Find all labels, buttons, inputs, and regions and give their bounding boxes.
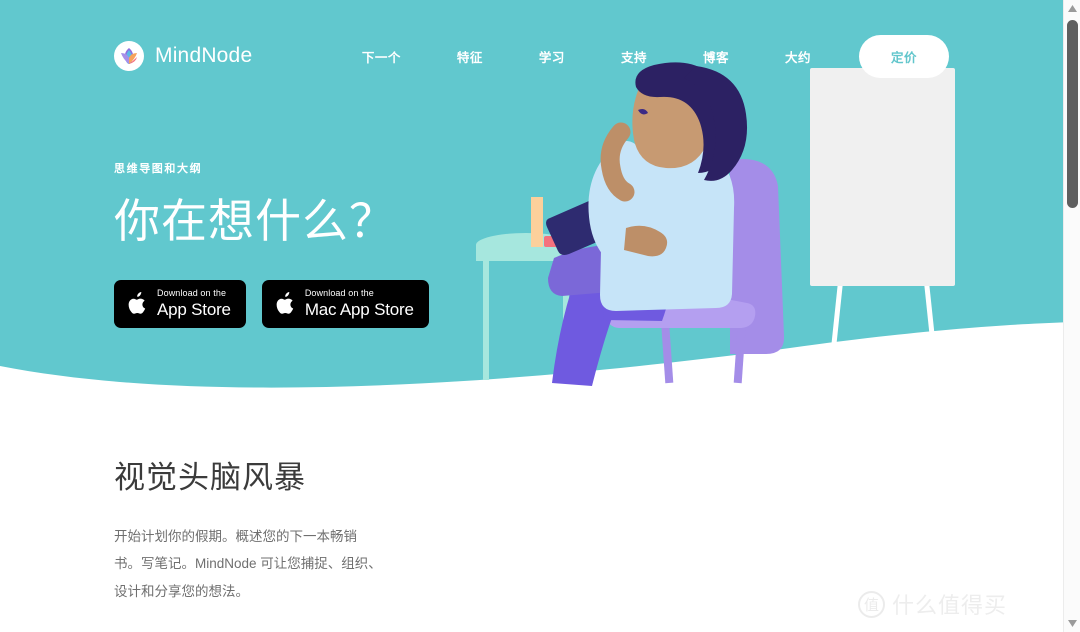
nav-item-4[interactable]: 博客 bbox=[675, 47, 757, 66]
site-header: MindNode 下一个 特征 学习 支持 博客 大约 定价 bbox=[0, 0, 1063, 112]
vertical-scrollbar[interactable] bbox=[1063, 0, 1080, 632]
app-store-badge-label: App Store bbox=[157, 300, 231, 320]
hero-eyebrow: 思维导图和大纲 bbox=[114, 163, 203, 175]
brand-name: MindNode bbox=[155, 44, 253, 67]
hero-section: MindNode 下一个 特征 学习 支持 博客 大约 定价 思维导图和大纲 你… bbox=[0, 0, 1063, 390]
page-content: MindNode 下一个 特征 学习 支持 博客 大约 定价 思维导图和大纲 你… bbox=[0, 0, 1063, 632]
mindnode-logo-icon bbox=[114, 41, 144, 71]
section-body: 开始计划你的假期。概述您的下一本畅销书。写笔记。MindNode 可让您捕捉、组… bbox=[114, 529, 382, 599]
brand-logo-link[interactable]: MindNode bbox=[114, 41, 252, 71]
scroll-down-arrow-icon[interactable] bbox=[1064, 615, 1080, 632]
nav-item-5[interactable]: 大约 bbox=[757, 47, 839, 66]
nav-item-0[interactable]: 下一个 bbox=[334, 47, 429, 66]
mac-app-store-badge-label: Mac App Store bbox=[304, 300, 414, 320]
nav-item-3[interactable]: 支持 bbox=[593, 47, 675, 66]
main-nav: 下一个 特征 学习 支持 博客 大约 定价 bbox=[334, 34, 949, 78]
watermark-logo-icon: 值 bbox=[857, 590, 885, 618]
store-badges: Download on the App Store Download on th… bbox=[114, 280, 544, 329]
scrollbar-thumb[interactable] bbox=[1067, 20, 1078, 208]
pricing-button[interactable]: 定价 bbox=[858, 34, 949, 78]
apple-icon bbox=[128, 291, 146, 314]
scroll-up-arrow-icon[interactable] bbox=[1064, 0, 1080, 17]
section-heading-block: 视觉头脑风暴 开始计划你的假期。概述您的下一本畅销书。写笔记。MindNode … bbox=[114, 452, 414, 632]
mac-app-store-badge[interactable]: Download on the Mac App Store bbox=[261, 280, 429, 329]
app-store-badge-small: Download on the bbox=[157, 288, 227, 299]
apple-icon bbox=[276, 291, 294, 314]
watermark-text: 什么值得买 bbox=[891, 593, 1007, 618]
browser-viewport: MindNode 下一个 特征 学习 支持 博客 大约 定价 思维导图和大纲 你… bbox=[0, 0, 1080, 632]
page-title: 你在想什么？ bbox=[114, 195, 396, 247]
app-store-badge[interactable]: Download on the App Store bbox=[114, 280, 246, 329]
hero-copy: 思维导图和大纲 你在想什么？ Download on the App Store bbox=[114, 160, 544, 329]
section-title: 视觉头脑风暴 bbox=[114, 460, 306, 495]
watermark: 值 什么值得买 bbox=[857, 588, 1007, 620]
nav-item-2[interactable]: 学习 bbox=[511, 47, 593, 66]
mac-app-store-badge-small: Download on the bbox=[304, 288, 374, 299]
nav-item-1[interactable]: 特征 bbox=[429, 47, 511, 66]
